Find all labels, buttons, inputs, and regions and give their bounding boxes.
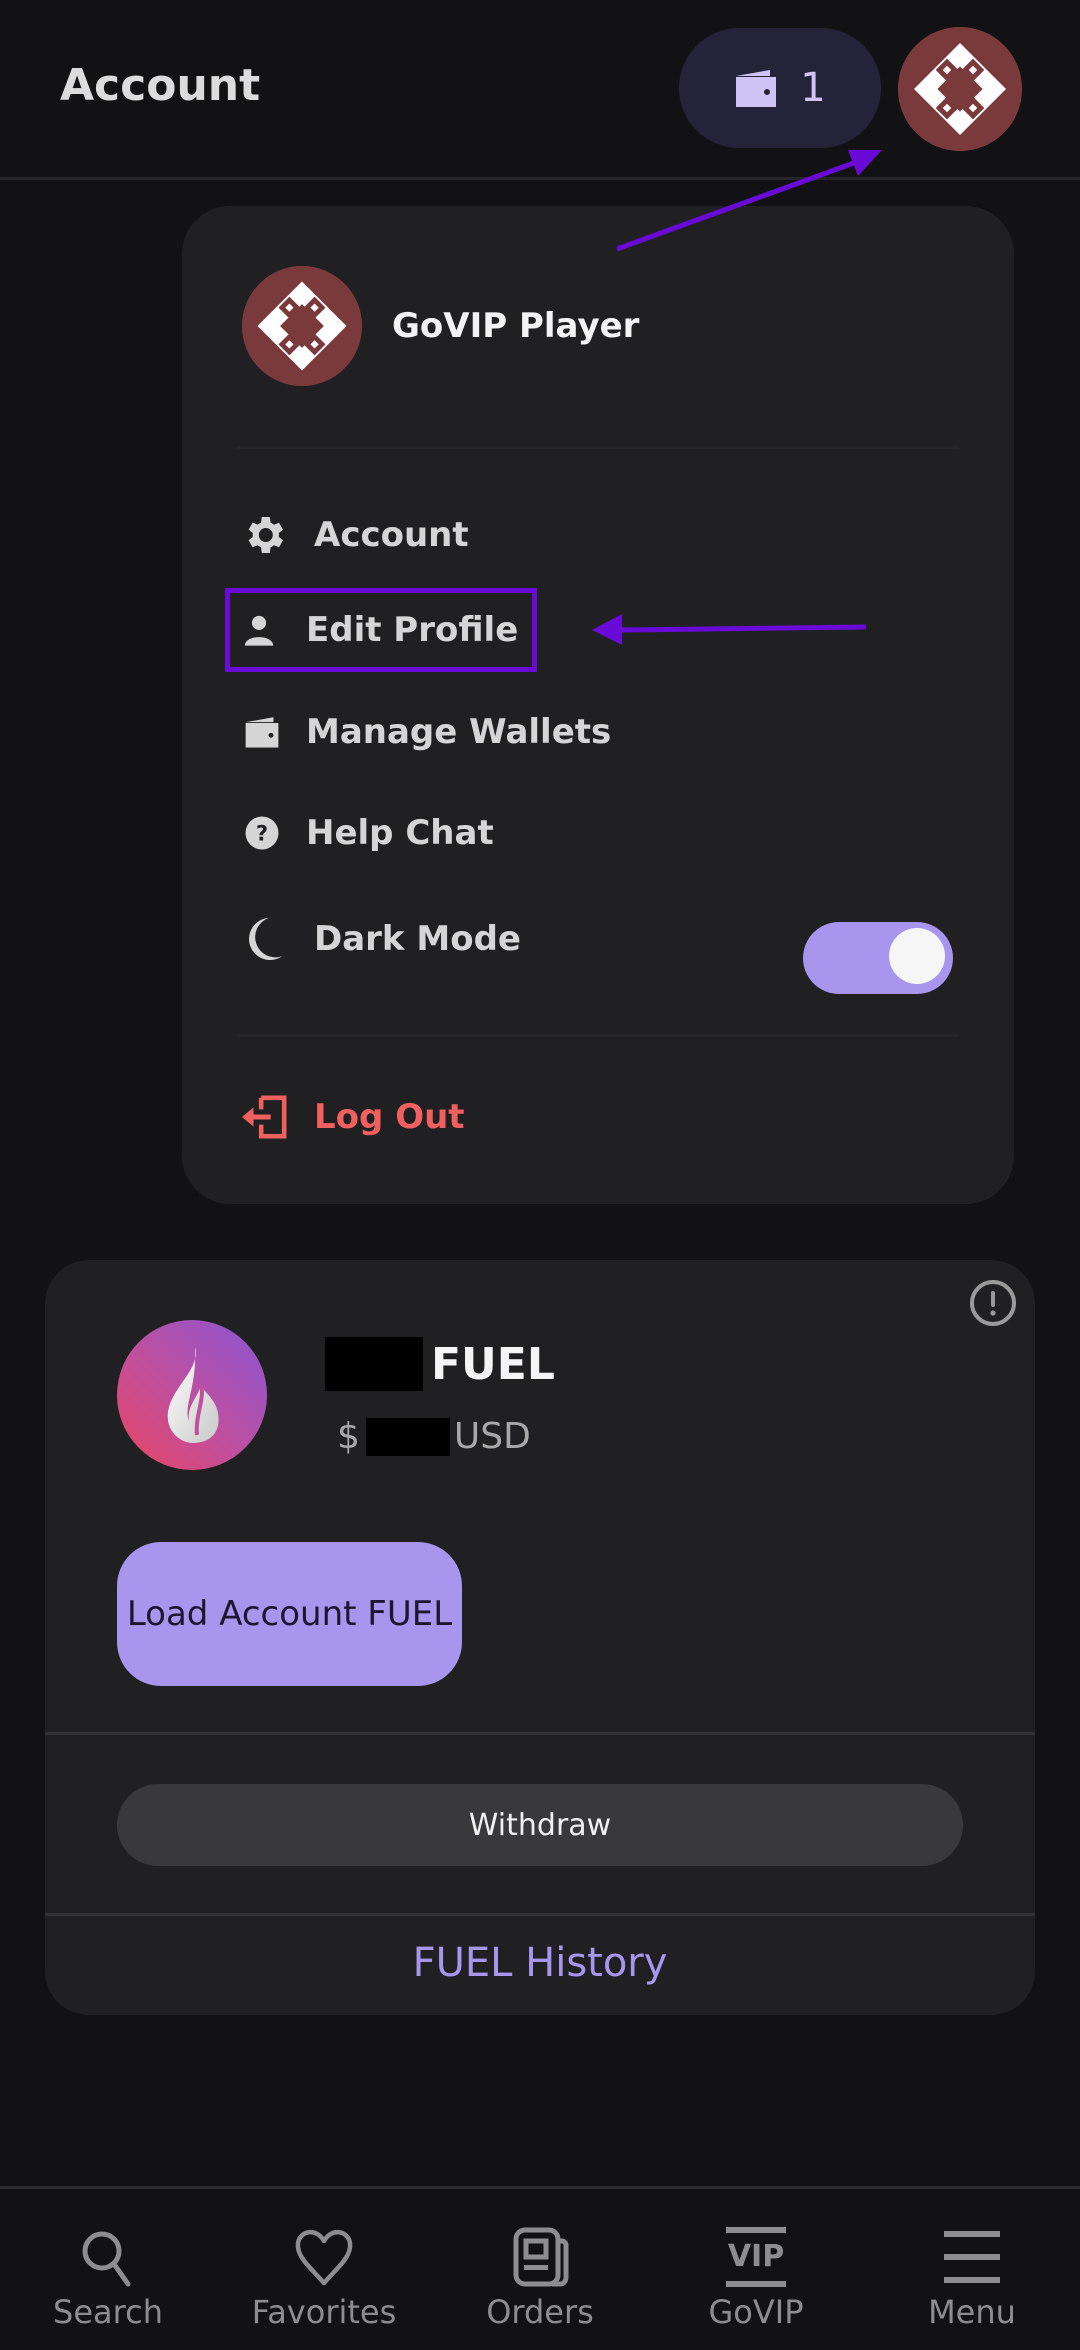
- logout-icon: [242, 1095, 287, 1139]
- page-title: Account: [60, 60, 261, 111]
- menu-item-help-chat[interactable]: ? Help Chat: [244, 813, 494, 853]
- nav-label: Orders: [486, 2293, 594, 2331]
- redacted-amount: [325, 1337, 423, 1391]
- load-account-fuel-button[interactable]: Load Account FUEL: [117, 1542, 462, 1686]
- nav-label: Favorites: [251, 2293, 397, 2331]
- fuel-usd-value: $ USD: [337, 1416, 531, 1457]
- avatar-pattern-icon: [242, 266, 362, 386]
- nav-govip[interactable]: VIP GoVIP: [648, 2189, 864, 2350]
- vip-bar-bottom: [726, 2281, 786, 2287]
- nav-orders[interactable]: Orders: [432, 2189, 648, 2350]
- nav-label: GoVIP: [708, 2293, 804, 2331]
- info-icon[interactable]: [969, 1279, 1017, 1327]
- usd-prefix: $: [337, 1416, 360, 1457]
- hamburger-icon: [944, 2231, 1000, 2283]
- vip-icon-text: VIP: [727, 2239, 785, 2274]
- divider: [237, 446, 959, 449]
- withdraw-button[interactable]: Withdraw: [117, 1784, 963, 1866]
- menu-item-dark-mode: Dark Mode: [240, 914, 521, 964]
- menu-item-manage-wallets[interactable]: Manage Wallets: [244, 712, 611, 752]
- menu-item-label: Account: [314, 515, 469, 555]
- flame-icon: [167, 1347, 219, 1443]
- wallet-button[interactable]: 1: [679, 28, 881, 148]
- newspaper-icon: [513, 2227, 569, 2287]
- dark-mode-toggle[interactable]: [803, 922, 953, 994]
- nav-label: Search: [53, 2293, 163, 2331]
- fuel-logo: [117, 1320, 267, 1470]
- fuel-history-link[interactable]: FUEL History: [45, 1940, 1035, 1986]
- fuel-card: FUEL $ USD Load Account FUEL Withdraw FU…: [45, 1260, 1035, 2015]
- nav-favorites[interactable]: Favorites: [216, 2189, 432, 2350]
- fuel-balance: FUEL: [325, 1337, 555, 1391]
- dropdown-profile: GoVIP Player: [242, 266, 639, 386]
- heart-icon: [295, 2230, 353, 2286]
- gear-icon: [248, 517, 283, 553]
- wallet-count: 1: [800, 65, 826, 111]
- logout-label: Log Out: [314, 1097, 465, 1137]
- logout-button[interactable]: Log Out: [240, 1094, 465, 1140]
- menu-item-label: Manage Wallets: [306, 712, 612, 752]
- dropdown-avatar: [242, 266, 362, 386]
- menu-item-account[interactable]: Account: [240, 510, 469, 560]
- account-dropdown-menu: GoVIP Player Account Edit Profile Manage…: [182, 206, 1014, 1204]
- menu-item-label: Dark Mode: [314, 919, 521, 959]
- nav-menu[interactable]: Menu: [864, 2189, 1080, 2350]
- divider: [45, 1732, 1035, 1735]
- search-icon: [82, 2231, 131, 2287]
- help-circle-icon: ?: [245, 816, 279, 850]
- usd-suffix: USD: [453, 1416, 531, 1457]
- header: Account 1: [0, 0, 1080, 180]
- nav-search[interactable]: Search: [0, 2189, 216, 2350]
- redacted-usd: [365, 1417, 450, 1456]
- nav-label: Menu: [928, 2293, 1016, 2331]
- wallet-icon: [736, 70, 777, 107]
- avatar-pattern-icon: [898, 27, 1022, 151]
- vip-icon: VIP: [724, 2227, 788, 2287]
- menu-item-label: Help Chat: [306, 813, 494, 853]
- annotation-highlight-box: [225, 588, 537, 672]
- divider: [45, 1913, 1035, 1916]
- svg-text:?: ?: [256, 822, 268, 846]
- wallet-icon: [245, 717, 279, 748]
- fuel-unit: FUEL: [431, 1338, 555, 1390]
- vip-bar-top: [726, 2227, 786, 2233]
- toggle-knob: [889, 928, 945, 984]
- divider: [237, 1034, 959, 1037]
- moon-icon: [249, 917, 283, 961]
- user-name: GoVIP Player: [392, 306, 640, 346]
- bottom-navigation: Search Favorites Orders VIP GoVIP Menu: [0, 2186, 1080, 2350]
- profile-avatar-button[interactable]: [898, 27, 1022, 151]
